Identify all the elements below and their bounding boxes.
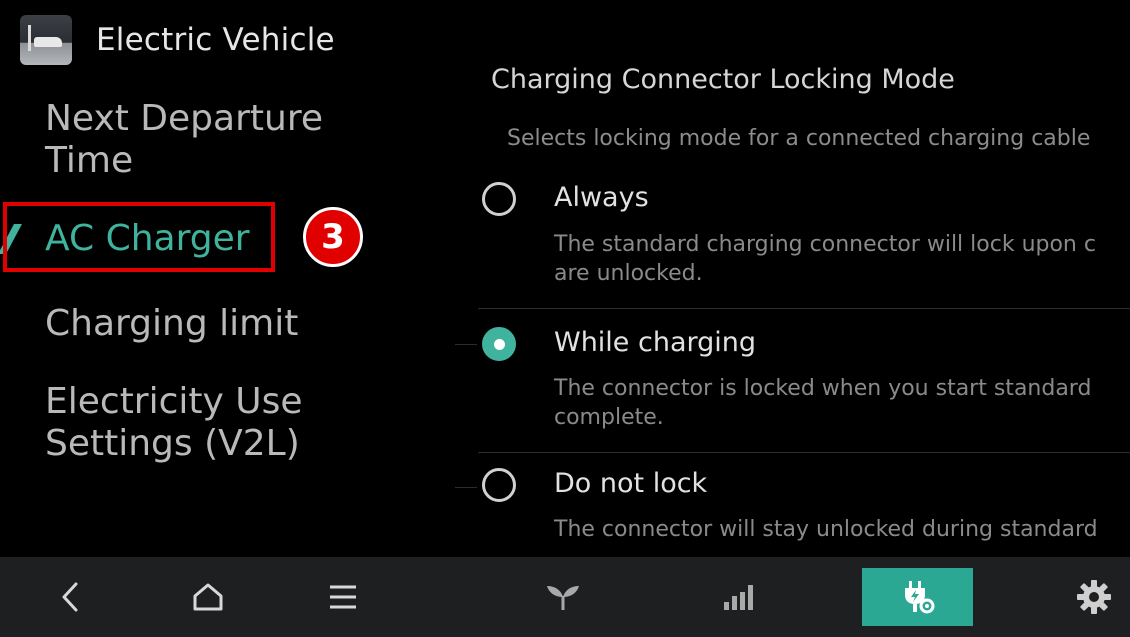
back-button[interactable]: [40, 557, 100, 637]
radio-button-while-charging[interactable]: [482, 327, 516, 361]
highlight-box: [3, 202, 275, 272]
back-chevron-icon: [58, 580, 82, 614]
option-always[interactable]: Always The standard charging connector w…: [470, 178, 1130, 308]
car-shape: [34, 37, 62, 47]
ev-app-thumbnail-icon[interactable]: [20, 15, 72, 65]
option-do-not-lock[interactable]: Do not lock The connector will stay unlo…: [470, 454, 1130, 554]
eco-button[interactable]: [533, 557, 593, 637]
energy-info-button[interactable]: [710, 557, 770, 637]
charging-settings-icon: [901, 579, 935, 615]
step-number-badge: 3: [303, 207, 363, 267]
option-label: Do not lock: [554, 468, 708, 499]
option-while-charging[interactable]: While charging The connector is locked w…: [470, 310, 1130, 452]
sidebar-item-electricity-use-settings[interactable]: Electricity Use Settings (V2L): [45, 381, 385, 465]
eco-sprout-icon: [545, 582, 581, 612]
home-button[interactable]: [178, 557, 238, 637]
home-icon: [192, 582, 224, 612]
option-label: While charging: [554, 327, 757, 358]
page-title: Electric Vehicle: [96, 22, 335, 58]
option-label: Always: [554, 182, 649, 213]
energy-bars-icon: [722, 582, 758, 612]
sidebar-item-charging-limit[interactable]: Charging limit: [45, 303, 298, 345]
app-header: Electric Vehicle: [20, 14, 335, 66]
section-title: Charging Connector Locking Mode: [491, 64, 955, 95]
menu-button[interactable]: [313, 557, 373, 637]
radio-button-always[interactable]: [482, 182, 516, 216]
divider: [478, 308, 1130, 309]
menu-icon: [328, 584, 358, 610]
divider: [478, 452, 1130, 453]
section-description: Selects locking mode for a connected cha…: [507, 126, 1091, 151]
gear-icon: [1076, 579, 1112, 615]
charger-pole-shape: [28, 25, 31, 51]
option-description: The standard charging connector will loc…: [554, 232, 1096, 286]
charging-settings-button[interactable]: [862, 568, 973, 626]
sidebar-item-next-departure-time[interactable]: Next Departure Time: [45, 98, 385, 182]
option-description: The connector will stay unlocked during …: [554, 517, 1098, 542]
bottom-nav-bar: [0, 557, 1130, 637]
radio-button-do-not-lock[interactable]: [482, 468, 516, 502]
settings-button[interactable]: [1064, 557, 1124, 637]
screen: Electric Vehicle Next Departure Time AC …: [0, 0, 1130, 637]
option-description: The connector is locked when you start s…: [554, 376, 1092, 430]
